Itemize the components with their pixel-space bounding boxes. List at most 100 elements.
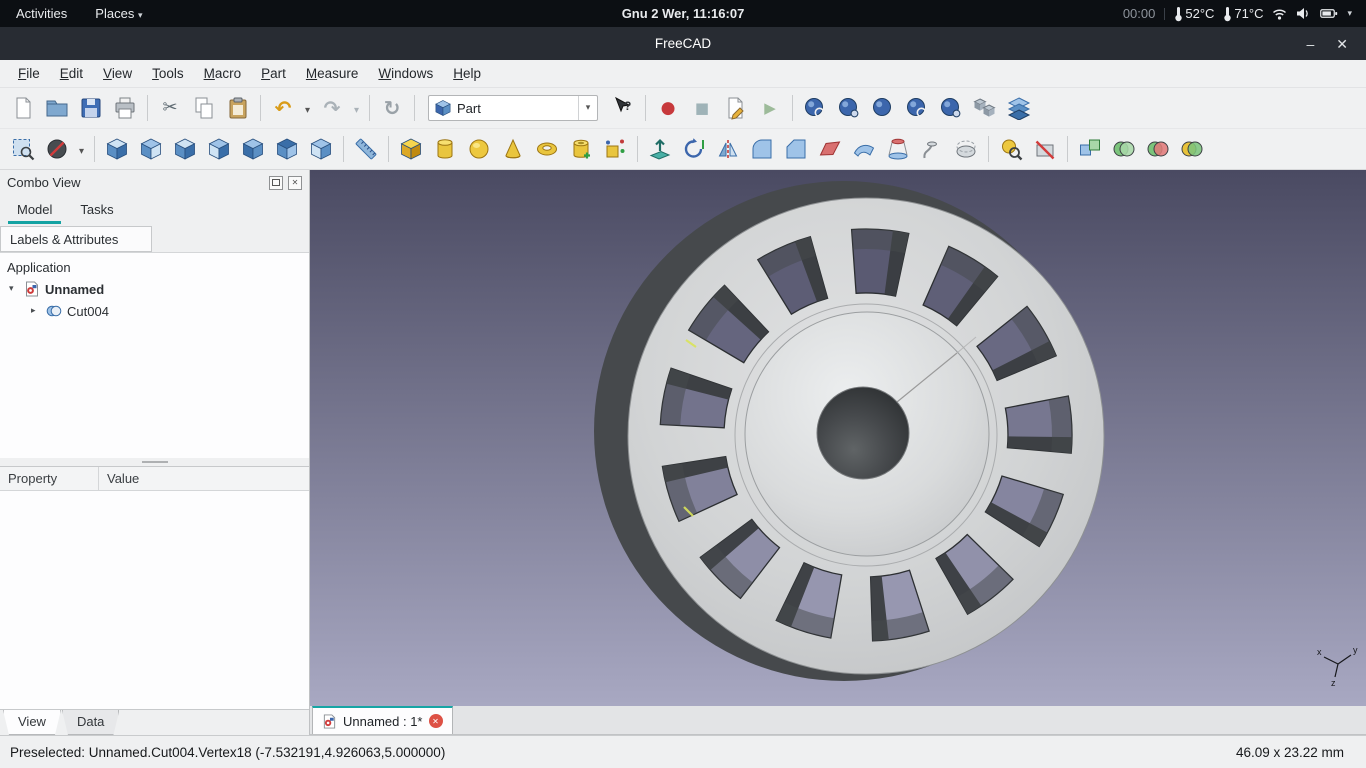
draw-style-button[interactable] <box>40 132 74 166</box>
revolve-button[interactable] <box>677 132 711 166</box>
part-cut004-geometry[interactable] <box>594 181 1105 681</box>
macro-stop-button[interactable]: ■ <box>685 91 719 125</box>
menu-measure[interactable]: Measure <box>296 62 369 85</box>
view-rear-button[interactable] <box>236 132 270 166</box>
tab-data[interactable]: Data <box>62 710 119 735</box>
menu-edit[interactable]: Edit <box>50 62 93 85</box>
fillet-button[interactable] <box>745 132 779 166</box>
tab-view[interactable]: View <box>3 710 61 735</box>
menu-macro[interactable]: Macro <box>194 62 252 85</box>
part-torus-button[interactable] <box>530 132 564 166</box>
save-button[interactable] <box>74 91 108 125</box>
box-selection-button[interactable] <box>6 132 40 166</box>
offset-button[interactable] <box>949 132 983 166</box>
tree-item-cut004[interactable]: ▸ Cut004 <box>0 300 309 322</box>
shape-builder-button[interactable] <box>598 132 632 166</box>
cut-button[interactable]: ✂ <box>153 91 187 125</box>
part-box-button[interactable] <box>394 132 428 166</box>
ruled-surface-button[interactable] <box>847 132 881 166</box>
view-isometric-button[interactable] <box>100 132 134 166</box>
copy-button[interactable] <box>187 91 221 125</box>
tree-item-unnamed[interactable]: ▾ Unnamed <box>0 278 309 300</box>
fit-selection-button[interactable] <box>832 91 866 125</box>
mdi-tab-unnamed[interactable]: Unnamed : 1* ✕ <box>312 706 453 734</box>
check-geometry-button[interactable] <box>994 132 1028 166</box>
3d-viewport[interactable]: x y z <box>310 170 1366 706</box>
macro-record-button[interactable]: ● <box>651 91 685 125</box>
chamfer-button[interactable] <box>779 132 813 166</box>
part-cone-button[interactable] <box>496 132 530 166</box>
tree-root-application[interactable]: Application <box>0 256 309 278</box>
redo-button[interactable]: ↷ <box>315 91 349 125</box>
loft-button[interactable] <box>881 132 915 166</box>
refresh-button[interactable]: ↻ <box>375 91 409 125</box>
menu-help[interactable]: Help <box>443 62 491 85</box>
boolean-union-button[interactable] <box>1107 132 1141 166</box>
clock-label[interactable]: Gnu 2 Wer, 11:16:07 <box>622 6 745 21</box>
zoom-view-button[interactable] <box>900 91 934 125</box>
minimize-button[interactable]: – <box>1306 37 1314 51</box>
view-bottom-button[interactable] <box>270 132 304 166</box>
paste-button[interactable] <box>221 91 255 125</box>
view-front-button[interactable] <box>134 132 168 166</box>
redo-dropdown-button[interactable]: ▾ <box>349 91 364 125</box>
fit-all-button[interactable] <box>798 91 832 125</box>
wifi-icon[interactable] <box>1272 8 1287 20</box>
defeaturing-button[interactable] <box>1028 132 1062 166</box>
boolean-common-button[interactable] <box>1175 132 1209 166</box>
draw-style-dropdown-button[interactable]: ▾ <box>74 132 89 166</box>
link-make-button[interactable] <box>968 91 1002 125</box>
tab-tasks[interactable]: Tasks <box>67 197 126 224</box>
boolean-cut-button[interactable] <box>1141 132 1175 166</box>
menu-part[interactable]: Part <box>251 62 296 85</box>
workbench-selector[interactable]: Part ▾ <box>428 95 598 121</box>
float-panel-icon[interactable] <box>269 175 283 190</box>
appearance-button[interactable] <box>1002 91 1036 125</box>
menu-view[interactable]: View <box>93 62 142 85</box>
new-file-button[interactable] <box>6 91 40 125</box>
expander-open-icon[interactable]: ▾ <box>9 284 19 294</box>
part-sphere-button[interactable] <box>462 132 496 166</box>
macro-edit-button[interactable] <box>719 91 753 125</box>
slot-outer-wall <box>1048 396 1073 454</box>
battery-icon[interactable] <box>1320 8 1338 19</box>
activities-button[interactable]: Activities <box>12 4 71 23</box>
labels-attributes-header: Labels & Attributes <box>0 226 152 252</box>
menu-tools[interactable]: Tools <box>142 62 194 85</box>
view-top-button[interactable] <box>168 132 202 166</box>
undo-button[interactable]: ↶ <box>266 91 300 125</box>
measure-distance-button[interactable] <box>349 132 383 166</box>
align-view-button[interactable] <box>866 91 900 125</box>
places-menu[interactable]: Places ▾ <box>91 4 146 23</box>
macro-play-button[interactable]: ▶ <box>753 91 787 125</box>
volume-icon[interactable] <box>1296 7 1311 20</box>
center-bore-hole[interactable] <box>816 386 910 480</box>
view-left-button[interactable] <box>304 132 338 166</box>
print-button[interactable] <box>108 91 142 125</box>
system-menu-chevron-icon[interactable]: ▾ <box>1347 9 1352 19</box>
mirror-button[interactable] <box>711 132 745 166</box>
close-document-icon[interactable]: ✕ <box>428 714 443 728</box>
sweep-button[interactable] <box>915 132 949 166</box>
window-titlebar[interactable]: FreeCAD – ✕ <box>0 27 1366 60</box>
part-primitives-button[interactable] <box>564 132 598 166</box>
menu-file[interactable]: File <box>8 62 50 85</box>
panel-splitter[interactable] <box>0 458 309 466</box>
extrude-button[interactable] <box>643 132 677 166</box>
model-3d-view[interactable]: x y z <box>310 170 1366 706</box>
view-right-button[interactable] <box>202 132 236 166</box>
whats-this-button[interactable]: ? <box>606 91 640 125</box>
menu-windows[interactable]: Windows <box>368 62 443 85</box>
undo-dropdown-button[interactable]: ▾ <box>300 91 315 125</box>
make-face-button[interactable] <box>813 132 847 166</box>
expander-closed-icon[interactable]: ▸ <box>31 306 41 316</box>
part-cylinder-button[interactable] <box>428 132 462 166</box>
part-primitives-icon <box>569 137 593 161</box>
compound-button[interactable] <box>1073 132 1107 166</box>
perspective-view-button[interactable] <box>934 91 968 125</box>
close-panel-icon[interactable]: ✕ <box>288 175 302 190</box>
open-file-button[interactable] <box>40 91 74 125</box>
tab-model[interactable]: Model <box>4 197 65 224</box>
workbench-dropdown-icon[interactable]: ▾ <box>578 96 597 120</box>
close-button[interactable]: ✕ <box>1336 37 1348 51</box>
